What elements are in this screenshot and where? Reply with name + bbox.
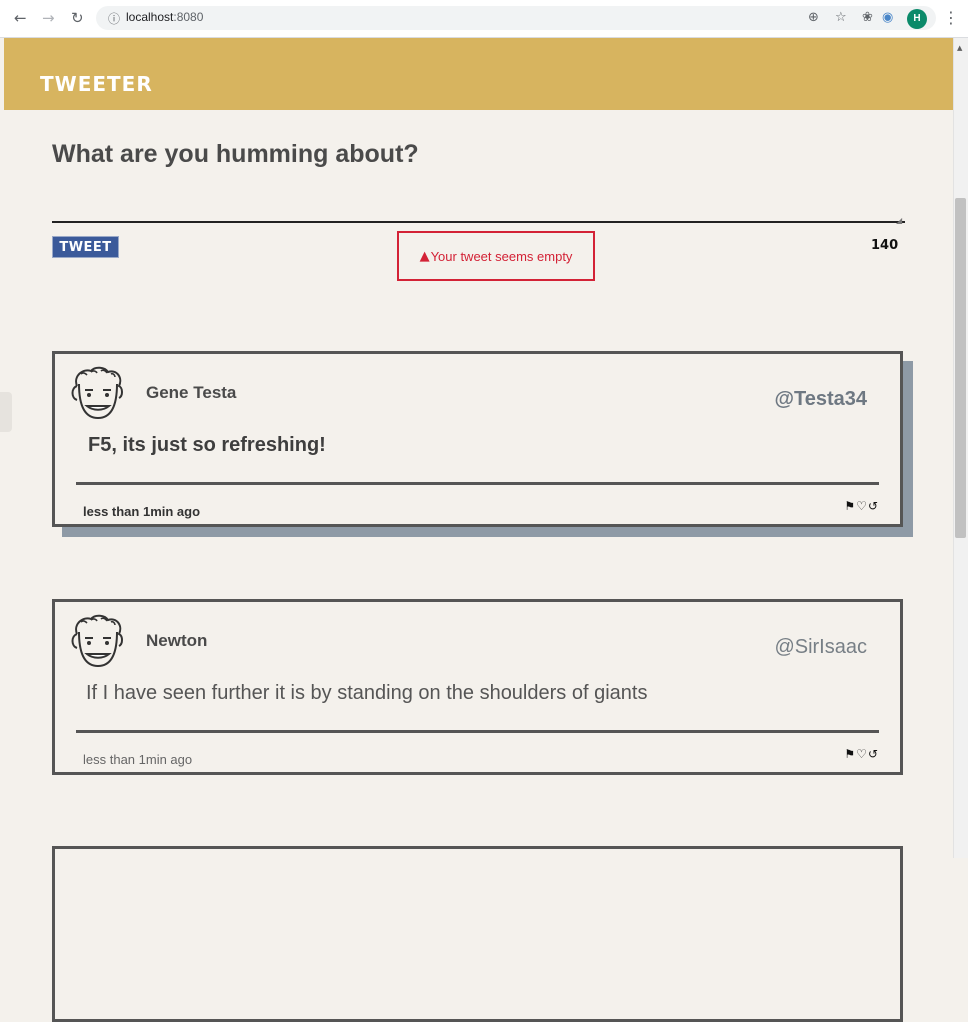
avatar-icon	[71, 614, 123, 668]
retweet-icon[interactable]: ↺	[868, 499, 879, 513]
flag-icon[interactable]: ⚑	[844, 747, 856, 761]
tweet-divider	[76, 482, 879, 485]
info-icon[interactable]: ⓘ	[108, 10, 120, 27]
tweet-actions: ⚑♡↺	[844, 747, 879, 761]
extension-icon[interactable]: ◉	[882, 10, 893, 26]
compose-heading: What are you humming about?	[52, 140, 419, 168]
warning-icon: ▲	[419, 248, 430, 264]
zoom-icon[interactable]: ⊕	[808, 10, 819, 26]
avatar-icon	[71, 366, 123, 420]
retweet-icon[interactable]: ↺	[868, 747, 879, 761]
browser-toolbar: ← → ↻ ⓘ localhost:8080 ⊕ ☆ ❀ ◉ H ⋮	[0, 0, 968, 38]
tweet-author-handle: @Testa34	[774, 388, 867, 410]
tweet-card: Newton @SirIsaac If I have seen further …	[52, 599, 903, 775]
char-counter: 140	[871, 238, 899, 253]
site-header: TWEETER	[4, 38, 953, 110]
url-text: localhost:8080	[126, 10, 204, 24]
tweet-divider	[76, 730, 879, 733]
tweet-content: If I have seen further it is by standing…	[86, 682, 648, 704]
tweet-author-handle: @SirIsaac	[774, 636, 867, 658]
resize-handle-icon[interactable]: ◢	[896, 216, 902, 225]
flag-icon[interactable]: ⚑	[844, 499, 856, 513]
heart-icon[interactable]: ♡	[856, 747, 868, 761]
side-tab	[0, 392, 12, 432]
back-arrow-icon[interactable]: ←	[14, 9, 27, 27]
tweet-card	[52, 846, 903, 1022]
scroll-up-icon[interactable]: ▲	[957, 44, 962, 52]
profile-avatar[interactable]: H	[907, 9, 927, 29]
tweet-card: Gene Testa @Testa34 F5, its just so refr…	[52, 351, 903, 527]
forward-arrow-icon[interactable]: →	[42, 9, 55, 27]
tweet-button[interactable]: TWEET	[52, 236, 119, 258]
tweet-textarea[interactable]	[52, 185, 905, 223]
tweet-actions: ⚑♡↺	[844, 499, 879, 513]
site-title: TWEETER	[40, 72, 153, 96]
error-message: ▲ Your tweet seems empty	[397, 231, 595, 281]
extension-icon[interactable]: ❀	[862, 10, 873, 26]
tweet-timestamp: less than 1min ago	[83, 752, 193, 767]
heart-icon[interactable]: ♡	[856, 499, 868, 513]
star-icon[interactable]: ☆	[835, 10, 847, 26]
scrollbar-thumb[interactable]	[955, 198, 966, 538]
menu-icon[interactable]: ⋮	[943, 8, 959, 27]
tweet-timestamp: less than 1min ago	[83, 504, 201, 519]
tweet-content: F5, its just so refreshing!	[88, 434, 326, 456]
error-text: Your tweet seems empty	[430, 248, 573, 264]
reload-icon[interactable]: ↻	[71, 9, 84, 27]
tweet-author-name: Gene Testa	[146, 383, 237, 402]
tweet-author-name: Newton	[146, 631, 208, 650]
